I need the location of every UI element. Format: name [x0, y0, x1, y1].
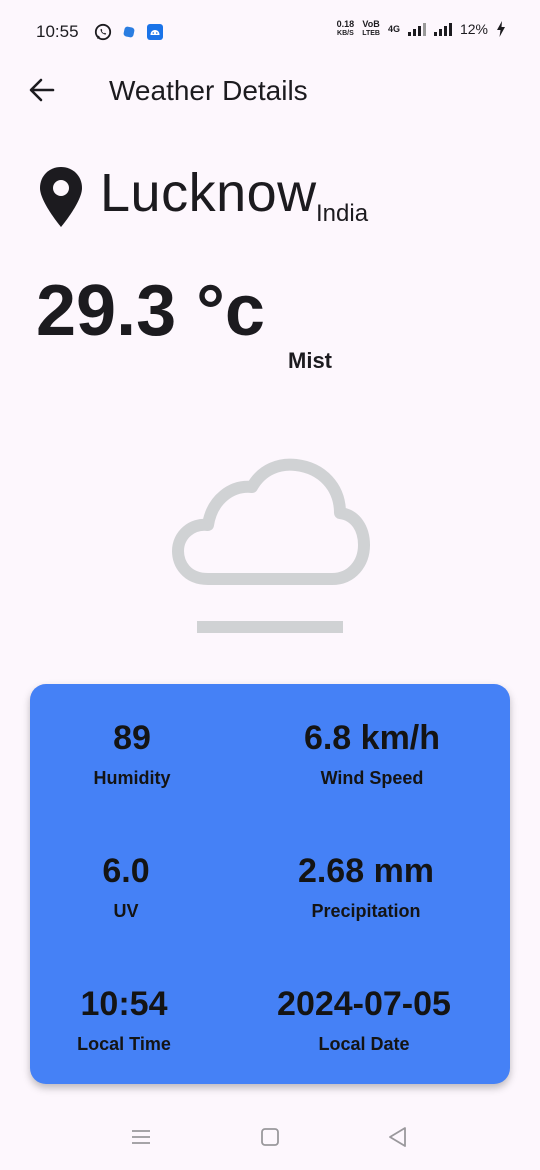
back-triangle-icon[interactable] [385, 1124, 411, 1150]
android-app-icon [147, 24, 163, 40]
arrow-left-icon[interactable] [26, 74, 58, 106]
local-date-value: 2024-07-05 [277, 985, 451, 1023]
precipitation-value: 2.68 mm [297, 852, 435, 890]
location-pin-icon [40, 167, 82, 227]
menu-icon[interactable] [128, 1124, 154, 1150]
uv-stat: 6.0 UV [6, 851, 246, 922]
humidity-label: Humidity [93, 768, 171, 788]
country-name: India [316, 200, 369, 227]
battery-level: 12% [459, 21, 488, 37]
weather-condition: Mist [288, 348, 332, 373]
whatsapp-icon [94, 23, 112, 41]
precipitation-stat: 2.68 mm Precipitation [246, 851, 486, 922]
status-time: 10:55 [36, 22, 79, 41]
wind-speed-label: Wind Speed [320, 768, 424, 788]
uv-label: UV [113, 901, 139, 921]
local-time-value: 10:54 [80, 985, 168, 1023]
notification-icons [94, 23, 164, 41]
app-notification-icon [123, 26, 135, 38]
local-date-label: Local Date [318, 1034, 410, 1054]
local-time-label: Local Time [77, 1034, 171, 1054]
temperature: 29.3 °c [36, 271, 265, 351]
signal-icon [407, 22, 426, 36]
system-nav-bar [0, 1104, 540, 1170]
status-right: 0.18 KB/S VoB LTEB 4G 12% [337, 20, 506, 38]
page-title: Weather Details [109, 75, 308, 106]
status-bar: 10:55 0.18 KB/S VoB LTEB 4G 12% [0, 0, 540, 66]
local-date-stat: 2024-07-05 Local Date [244, 984, 484, 1055]
charging-icon [497, 21, 505, 37]
signal-icon-2 [433, 22, 452, 36]
local-time-stat: 10:54 Local Time [4, 984, 244, 1055]
wind-speed-stat: 6.8 km/h Wind Speed [252, 718, 492, 789]
precipitation-label: Precipitation [311, 901, 421, 921]
uv-value: 6.0 [102, 852, 150, 890]
mist-cloud-icon [172, 458, 370, 633]
volte-indicator: VoB LTEB [362, 19, 380, 38]
city-name: Lucknow [100, 163, 317, 223]
screen: 10:55 0.18 KB/S VoB LTEB 4G 12% Weather … [0, 0, 540, 1170]
humidity-stat: 89 Humidity [12, 718, 252, 789]
weather-details-card: 89 Humidity 6.8 km/h Wind Speed 6.0 UV 2… [30, 684, 510, 1084]
humidity-value: 89 [113, 719, 151, 757]
app-bar: Weather Details [0, 66, 540, 116]
network-type: 4G [387, 24, 400, 34]
home-icon[interactable] [257, 1124, 283, 1150]
wind-speed-value: 6.8 km/h [303, 719, 441, 757]
network-speed: 0.18 KB/S [336, 19, 355, 38]
